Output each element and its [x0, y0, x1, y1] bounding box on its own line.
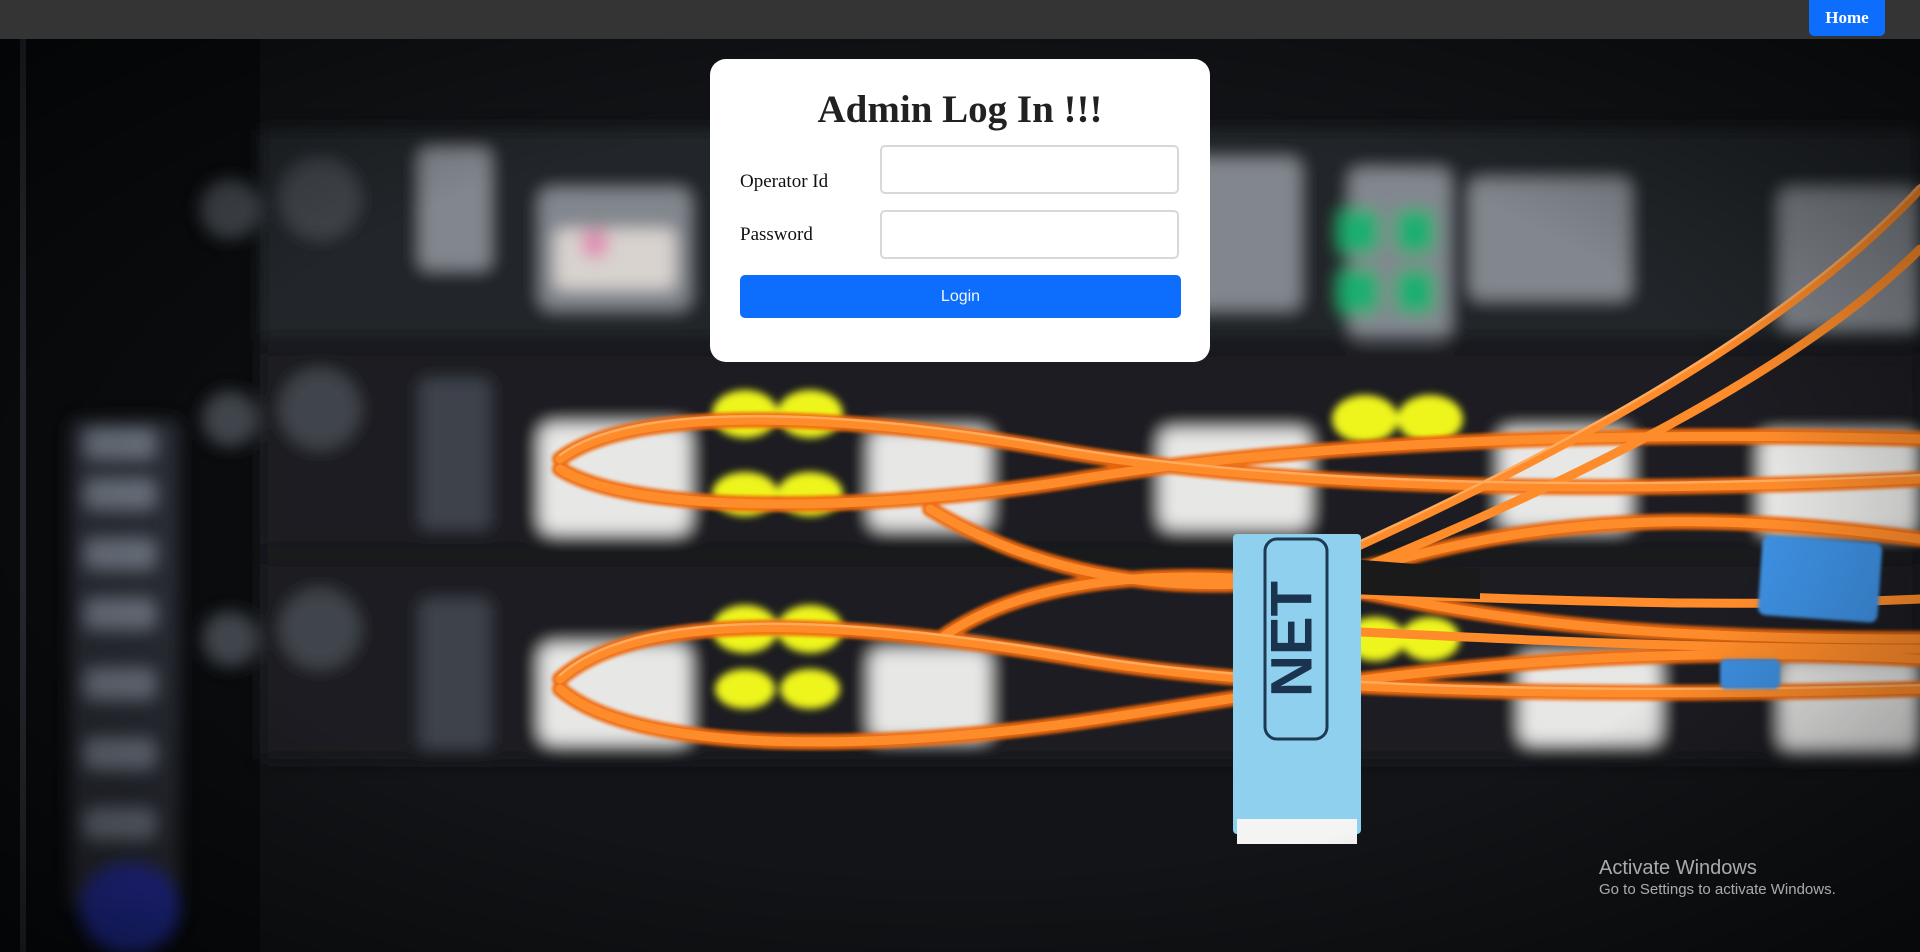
login-button[interactable]: Login [740, 275, 1181, 318]
password-label: Password [740, 224, 813, 245]
operator-id-input[interactable] [880, 145, 1179, 194]
top-navbar: Home [0, 0, 1920, 39]
home-button[interactable]: Home [1809, 0, 1885, 36]
watermark-title: Activate Windows [1599, 857, 1757, 879]
login-card: Admin Log In !!! Operator Id Password Lo… [710, 59, 1210, 362]
login-title: Admin Log In !!! [817, 88, 1103, 131]
password-input[interactable] [880, 210, 1179, 259]
watermark-subtitle: Go to Settings to activate Windows. [1599, 881, 1836, 898]
operator-id-label: Operator Id [740, 171, 829, 192]
activate-windows-watermark: Activate Windows Go to Settings to activ… [1599, 856, 1836, 900]
